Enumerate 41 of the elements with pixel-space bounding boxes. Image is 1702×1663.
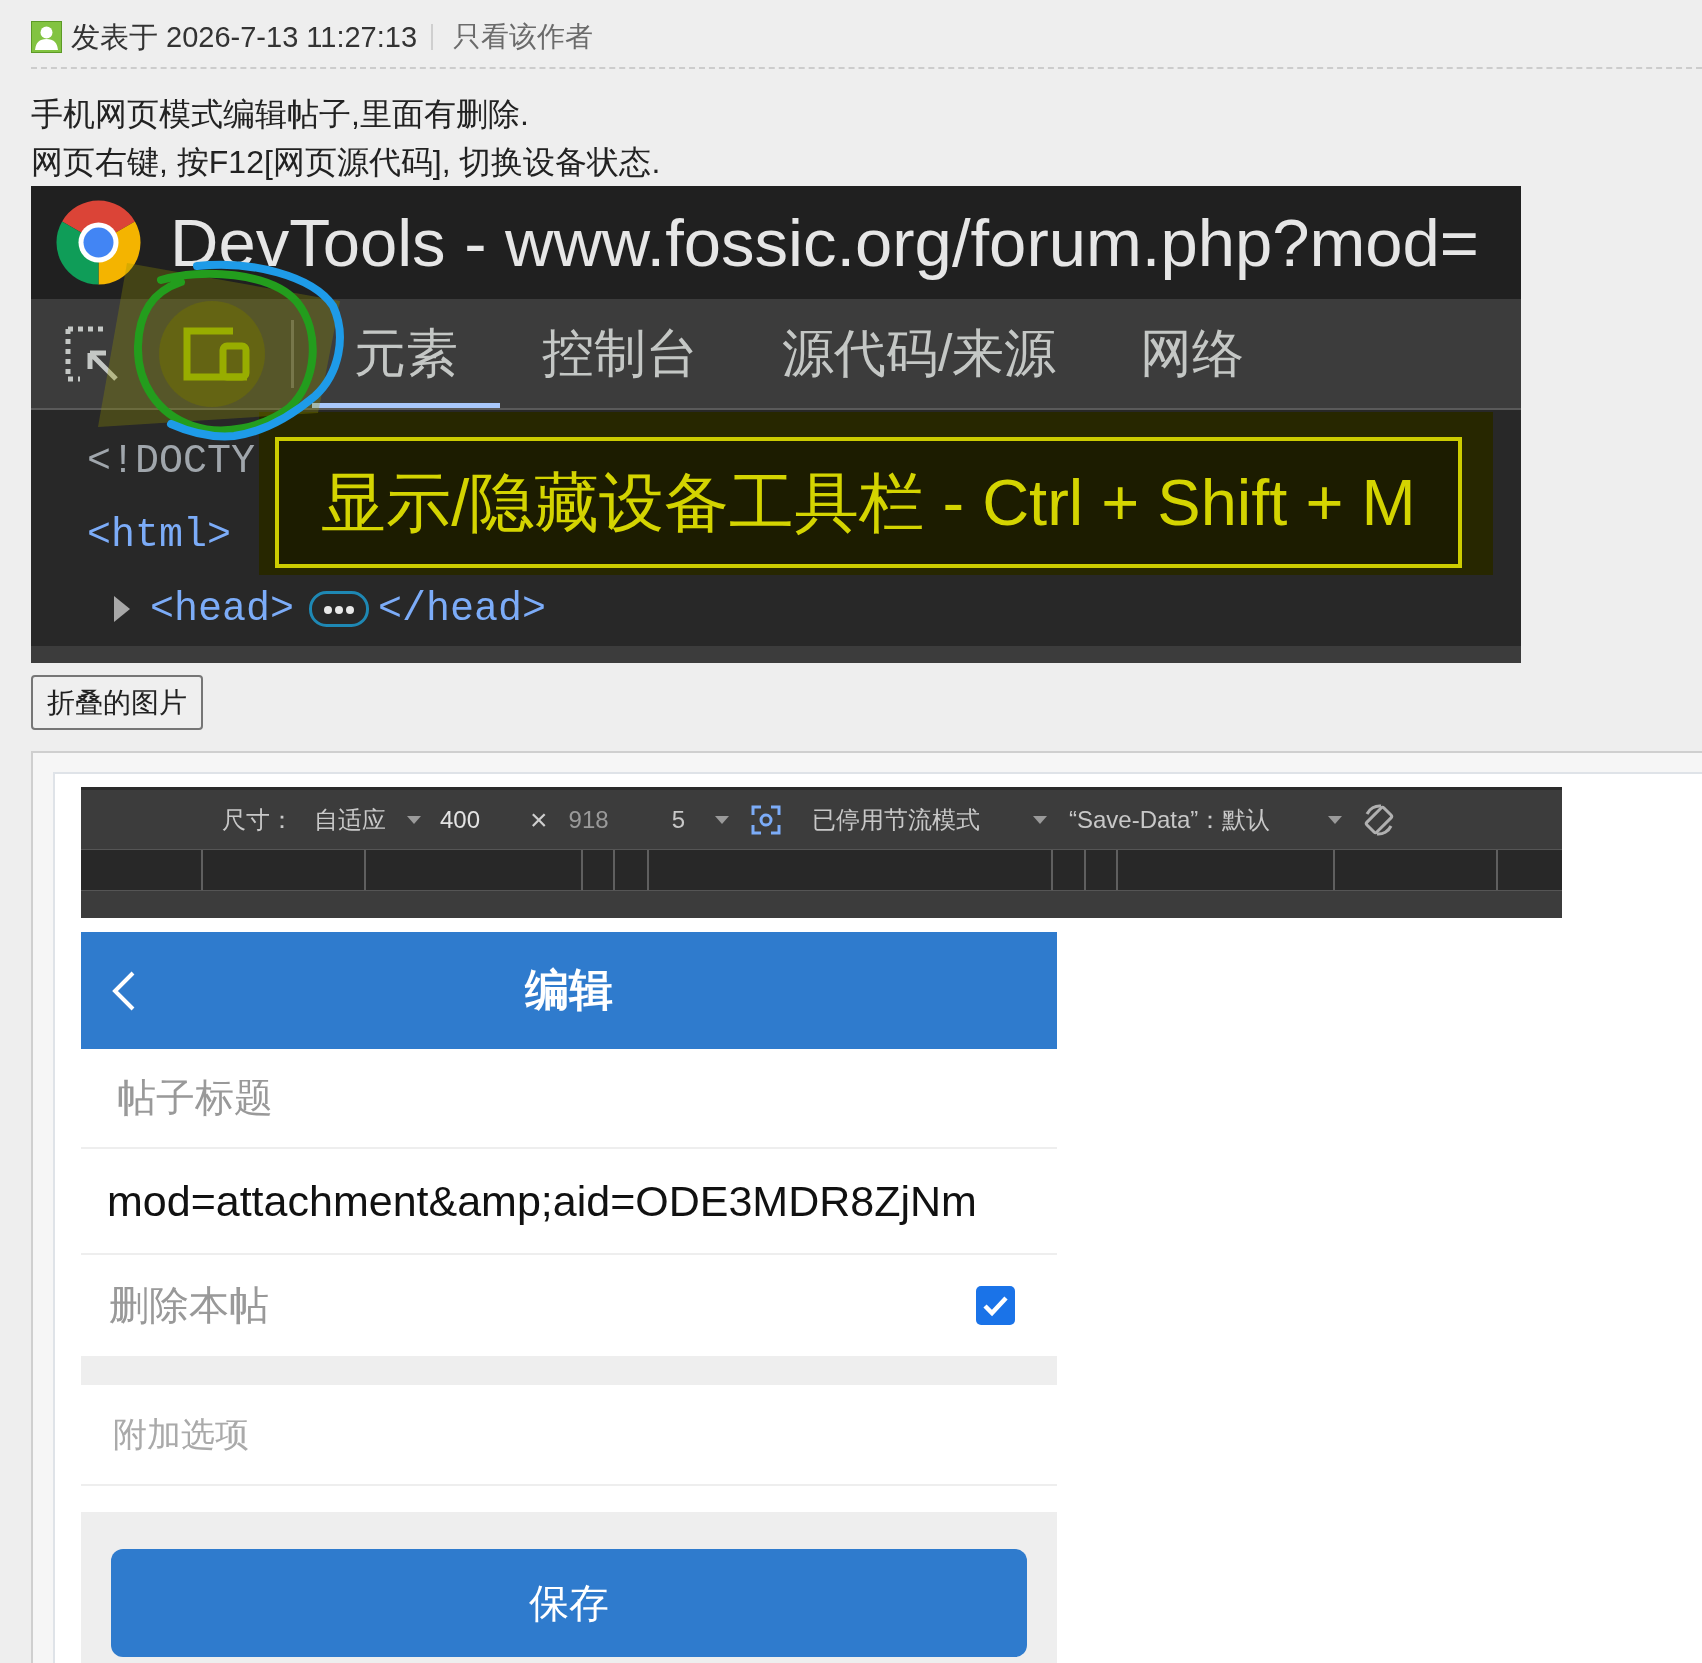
code-tag: <html> [87,512,232,558]
caret-icon[interactable] [407,815,421,824]
delete-post-label: 删除本帖 [108,1282,269,1329]
post-timestamp: 发表于 2026-7-13 11:27:13 [71,20,418,55]
tooltip: 显示/隐藏设备工具栏 - Ctrl + Shift + M [275,437,1462,568]
delete-checkbox[interactable] [976,1286,1015,1325]
throttling-dropdown[interactable]: 已停用节流模式 [812,803,980,836]
code-text: <!DOCTY [87,438,256,484]
zoom-dropdown[interactable]: 5 [671,805,685,834]
extra-options-label: 附加选项 [112,1413,249,1455]
device-dropdown[interactable]: 自适应 [314,803,386,836]
save-button[interactable]: 保存 [111,1549,1027,1657]
subject-field[interactable]: 帖子标题 [81,1049,1057,1147]
post-text: 网页右键, 按F12[网页源代码], 切换设备状态. [31,143,662,182]
width-field[interactable]: 400 [440,805,481,834]
back-icon[interactable] [111,970,136,1011]
capture-icon[interactable] [751,804,781,835]
caret-icon[interactable] [1328,815,1343,824]
size-label: 尺寸： [222,804,294,835]
panel-tab[interactable]: 控制台 [500,299,740,408]
user-avatar-icon [31,21,62,53]
window-title: DevTools - www.fossic.org/forum.php?mod= [170,205,1479,280]
device-toggle-icon[interactable] [159,300,265,407]
ellipsis-icon[interactable] [309,591,370,627]
collapse-image-button[interactable]: 折叠的图片 [31,675,203,730]
post-text: 手机网页模式编辑帖子,里面有删除. [31,95,530,134]
code-tag: <head> [150,586,295,632]
expand-triangle-icon[interactable] [114,596,130,622]
caret-icon[interactable] [1033,815,1047,824]
author-only-link[interactable]: 只看该作者 [453,19,594,55]
panel-tab[interactable]: 源代码/来源 [740,299,1099,408]
message-field[interactable]: mod=attachment&amp;aid=ODE3MDR8ZjNm [81,1149,1057,1253]
browser-logo-icon [56,200,141,285]
caret-icon[interactable] [715,815,729,824]
times-sign: × [530,802,548,837]
page-title: 编辑 [525,964,613,1016]
save-data-dropdown[interactable]: “Save-Data”：默认 [1069,803,1271,836]
code-tag: </head> [378,586,547,632]
panel-tab[interactable]: 元素 [312,299,500,408]
height-field[interactable]: 918 [568,805,609,834]
panel-tab[interactable]: 网络 [1098,299,1287,408]
